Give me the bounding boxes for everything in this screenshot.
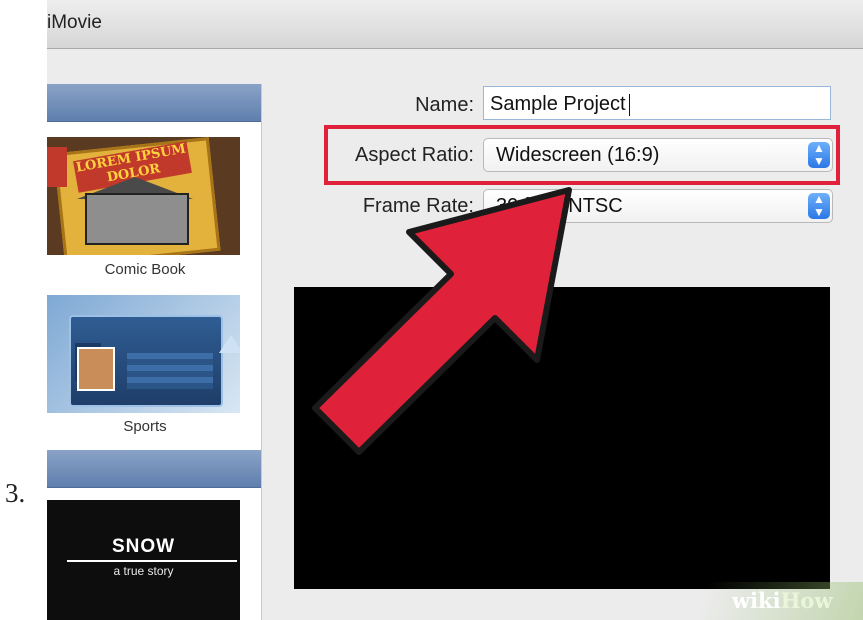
watermark-suffix: How [780,588,833,613]
step-number: 3. [5,478,26,508]
watermark-brand: wiki [732,588,781,613]
imovie-window: iMovie LOREM IPSUM DOLOR Comic Book 1 Sp… [47,0,863,620]
wikihow-watermark: wikiHow [732,588,833,613]
red-arrow-icon [312,187,572,455]
